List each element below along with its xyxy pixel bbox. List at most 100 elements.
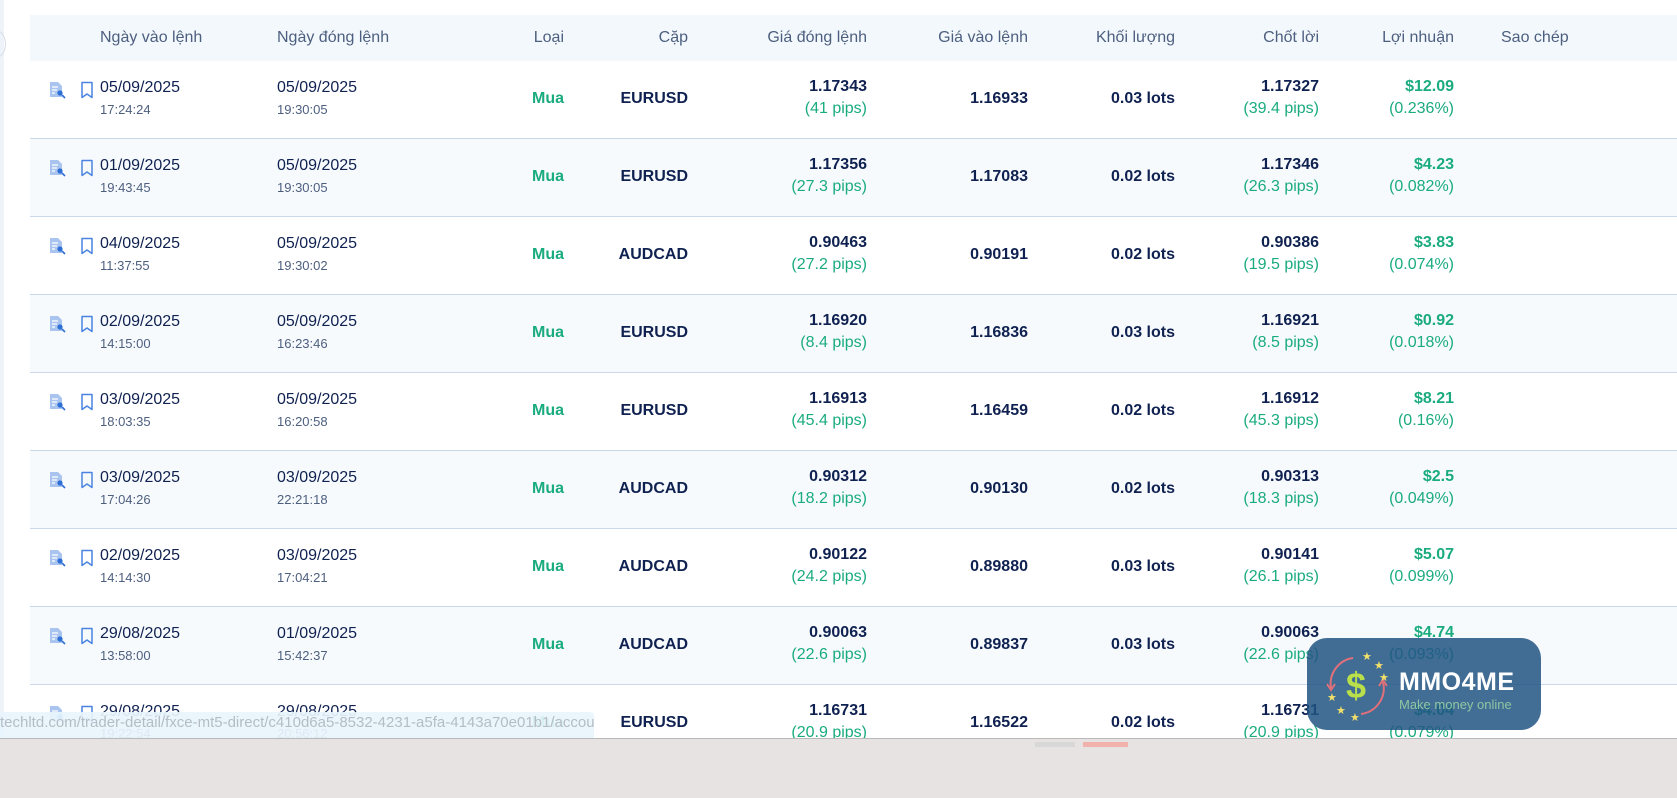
close-datetime: 05/09/2025 16:20:58 [277, 391, 357, 429]
profit-cell: $8.21 (0.16%) [1398, 390, 1454, 430]
entry-time: 17:24:24 [100, 102, 151, 117]
entry-time: 14:15:00 [100, 336, 151, 351]
take-profit-pips: (18.3 pips) [1243, 490, 1319, 507]
trade-detail-icon[interactable] [48, 159, 66, 182]
entry-time: 17:04:26 [100, 492, 151, 507]
table-row[interactable]: 05/09/2025 17:24:24 05/09/2025 19:30:05 … [30, 61, 1677, 139]
close-time: 16:20:58 [277, 414, 328, 429]
volume: 0.03 lots [1110, 636, 1175, 653]
take-profit-pips: (26.3 pips) [1243, 178, 1319, 195]
volume: 0.03 lots [1110, 324, 1175, 341]
table-row[interactable]: 04/09/2025 11:37:55 05/09/2025 19:30:02 … [30, 217, 1677, 295]
table-row[interactable]: 02/09/2025 14:14:30 03/09/2025 17:04:21 … [30, 529, 1677, 607]
header-take-profit[interactable]: Chốt lời [1263, 29, 1319, 47]
close-time: 19:30:05 [277, 102, 328, 117]
trade-detail-icon[interactable] [48, 471, 66, 494]
currency-pair: EURUSD [620, 324, 688, 341]
header-entry-price[interactable]: Giá vào lệnh [938, 29, 1028, 47]
profit-amount: $8.21 [1413, 390, 1454, 407]
trade-type: Mua [532, 168, 564, 185]
table-row[interactable]: 03/09/2025 17:04:26 03/09/2025 22:21:18 … [30, 451, 1677, 529]
trade-detail-icon[interactable] [48, 549, 66, 572]
bookmark-icon[interactable] [80, 471, 94, 494]
close-price-cell: 1.16731 (20.9 pips) [791, 702, 867, 742]
take-profit-cell: 1.16921 (8.5 pips) [1252, 312, 1319, 352]
trade-detail-icon[interactable] [48, 315, 66, 338]
take-profit: 0.90141 [1261, 546, 1319, 563]
trade-type: Mua [532, 636, 564, 653]
bookmark-icon[interactable] [80, 237, 94, 260]
bookmark-icon[interactable] [80, 627, 94, 650]
volume: 0.02 lots [1110, 714, 1175, 731]
table-row[interactable]: 01/09/2025 19:43:45 05/09/2025 19:30:05 … [30, 139, 1677, 217]
close-datetime: 01/09/2025 15:42:37 [277, 625, 357, 663]
entry-datetime: 01/09/2025 19:43:45 [100, 157, 180, 195]
table-header: Ngày vào lệnh Ngày đóng lệnh Loại Cặp Gi… [30, 15, 1677, 61]
take-profit: 1.17346 [1261, 156, 1319, 173]
close-pips: (41 pips) [804, 100, 867, 117]
take-profit-pips: (45.3 pips) [1243, 412, 1319, 429]
header-type[interactable]: Loại [534, 29, 564, 47]
header-close-price[interactable]: Giá đóng lệnh [767, 29, 867, 47]
currency-pair: AUDCAD [618, 558, 688, 575]
close-price-cell: 1.17356 (27.3 pips) [791, 156, 867, 196]
watermark-logo: $ ★ ★ ★ ★ ★ ★ MMO4ME Make money online [1307, 638, 1541, 730]
taskbar-item[interactable] [1083, 742, 1128, 747]
trade-detail-icon[interactable] [48, 393, 66, 416]
currency-pair: EURUSD [620, 402, 688, 419]
trade-type: Mua [532, 246, 564, 263]
trade-detail-icon[interactable] [48, 237, 66, 260]
close-time: 22:21:18 [277, 492, 328, 507]
bookmark-icon[interactable] [80, 81, 94, 104]
header-close-date[interactable]: Ngày đóng lệnh [277, 29, 389, 47]
entry-datetime: 05/09/2025 17:24:24 [100, 79, 180, 117]
close-date: 03/09/2025 [277, 469, 358, 486]
bookmark-icon[interactable] [80, 393, 94, 416]
take-profit-cell: 0.90313 (18.3 pips) [1243, 468, 1319, 508]
entry-price: 1.16933 [970, 90, 1028, 107]
bookmark-icon[interactable] [80, 159, 94, 182]
svg-text:$: $ [1346, 665, 1366, 706]
table-row[interactable]: 03/09/2025 18:03:35 05/09/2025 16:20:58 … [30, 373, 1677, 451]
svg-text:★: ★ [1327, 691, 1337, 704]
trade-type: Mua [532, 480, 564, 497]
close-price: 1.17343 [809, 78, 867, 95]
close-price-cell: 0.90312 (18.2 pips) [791, 468, 867, 508]
bookmark-icon[interactable] [80, 549, 94, 572]
close-price: 0.90312 [809, 468, 867, 485]
link-status-bar: techltd.com/trader-detail/fxce-mt5-direc… [0, 712, 594, 738]
entry-datetime: 04/09/2025 11:37:55 [100, 235, 180, 273]
close-price: 1.16731 [809, 702, 867, 719]
currency-pair: EURUSD [620, 714, 688, 731]
entry-date: 03/09/2025 [100, 391, 181, 408]
profit-amount: $2.5 [1422, 468, 1454, 485]
profit-percent: (0.099%) [1389, 568, 1454, 585]
trade-detail-icon[interactable] [48, 81, 66, 104]
collapse-handle[interactable] [0, 30, 6, 58]
take-profit: 0.90386 [1261, 234, 1319, 251]
close-pips: (45.4 pips) [791, 412, 867, 429]
watermark-subtitle: Make money online [1399, 697, 1512, 712]
profit-amount: $4.23 [1413, 156, 1454, 173]
svg-text:★: ★ [1362, 650, 1372, 663]
table-row[interactable]: 02/09/2025 14:15:00 05/09/2025 16:23:46 … [30, 295, 1677, 373]
bookmark-icon[interactable] [80, 315, 94, 338]
entry-price: 0.89880 [970, 558, 1028, 575]
profit-amount: $0.92 [1413, 312, 1454, 329]
trade-detail-icon[interactable] [48, 627, 66, 650]
header-entry-date[interactable]: Ngày vào lệnh [100, 29, 202, 47]
entry-price: 0.90130 [970, 480, 1028, 497]
close-date: 03/09/2025 [277, 547, 358, 564]
close-time: 16:23:46 [277, 336, 328, 351]
entry-datetime: 03/09/2025 18:03:35 [100, 391, 180, 429]
close-date: 01/09/2025 [277, 625, 358, 642]
header-profit[interactable]: Lợi nhuận [1382, 29, 1454, 47]
header-volume[interactable]: Khối lượng [1096, 29, 1175, 47]
header-copy[interactable]: Sao chép [1501, 29, 1569, 47]
trade-type: Mua [532, 90, 564, 107]
header-pair[interactable]: Cặp [659, 29, 688, 47]
entry-time: 19:43:45 [100, 180, 151, 195]
volume: 0.02 lots [1110, 246, 1175, 263]
taskbar-item[interactable] [1035, 742, 1075, 747]
take-profit-pips: (26.1 pips) [1243, 568, 1319, 585]
